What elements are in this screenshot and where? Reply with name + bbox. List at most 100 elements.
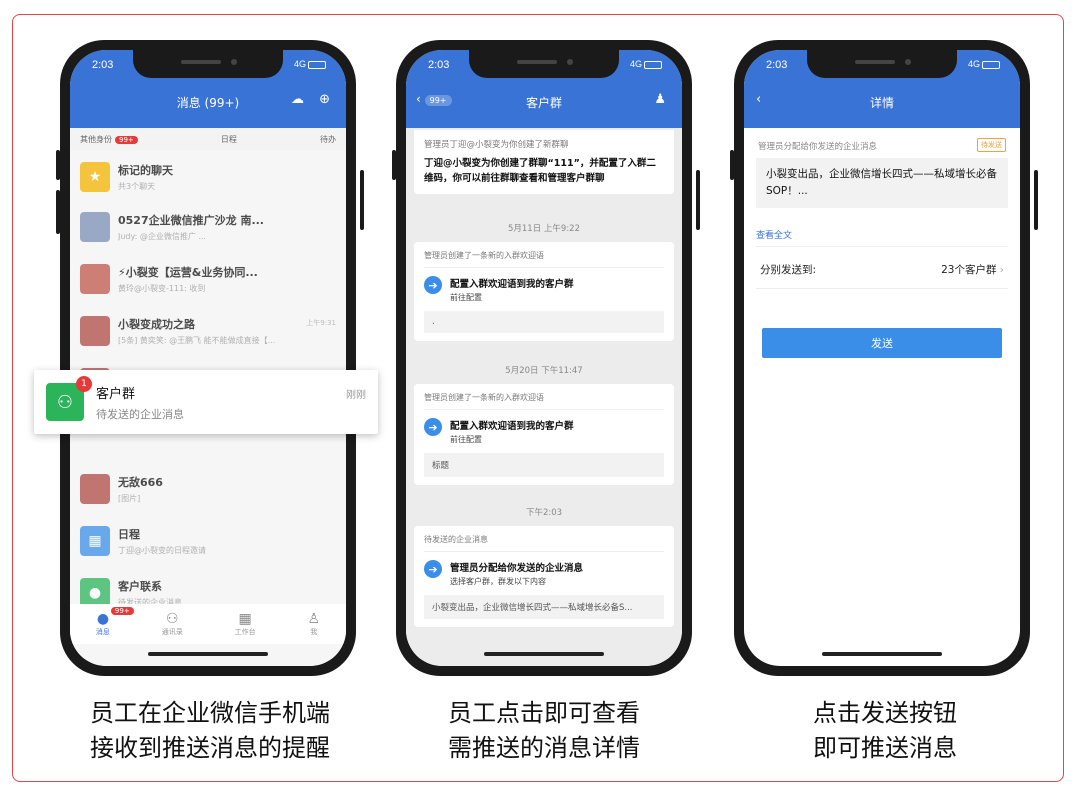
signal-indicator: 4G	[294, 59, 326, 69]
back-button[interactable]: ‹ 99+	[416, 92, 452, 106]
status-time: 2:03	[92, 59, 114, 71]
tab-label: 通讯录	[161, 628, 183, 636]
tab-me[interactable]: ♙ 我	[308, 611, 321, 637]
status-time: 2:03	[428, 59, 450, 71]
side-button	[360, 170, 364, 230]
card-header: 管理员创建了一条新的入群欢迎语	[424, 392, 664, 410]
group-avatar: ⚇ 1	[46, 376, 92, 421]
sub-bar: 其他身份 99+ 日程 待办	[70, 128, 346, 150]
chat-name: 客户联系	[118, 580, 162, 593]
person-icon[interactable]: ♟	[654, 92, 666, 107]
card-preview: .	[424, 311, 664, 333]
tab-label: 我	[310, 628, 318, 636]
phone-1: 2:03 4G 消息 (99+) ☁ ⊕ 其他身份 99+ 日程 待办 ★ 标记的聊…	[60, 40, 356, 676]
status-time: 2:03	[766, 59, 788, 71]
side-button	[730, 150, 734, 180]
back-button[interactable]: ‹	[756, 92, 761, 107]
home-indicator	[822, 652, 942, 656]
tab-label: 消息	[95, 628, 110, 636]
card-header: 管理员创建了一条新的入群欢迎语	[424, 250, 664, 268]
person-icon: ♙	[307, 611, 321, 627]
group-created-card[interactable]: 管理员丁迎@小裂变为你创建了新群聊 丁迎@小裂变为你创建了群聊“111”，并配置…	[414, 130, 674, 195]
chat-name: ⚡小裂变【运营&业务协同...	[118, 266, 258, 279]
tab-messages[interactable]: ● 消息 99+	[95, 607, 134, 637]
network-label: 4G	[629, 59, 642, 69]
chat-preview: 丁迎@小裂变的日程邀请	[118, 546, 206, 555]
chat-time: 上午9:31	[306, 319, 336, 327]
chat-avatar: ★	[80, 162, 110, 192]
popup-title: 客户群	[96, 386, 136, 402]
chat-list-item[interactable]: 小裂变成功之路 [5条] 黄奕笑: @王鹏飞 能不能做成直接【... 上午9:31	[70, 308, 346, 354]
contacts-icon: ⚇	[166, 611, 179, 627]
divider	[756, 246, 1008, 247]
phone-2: 2:03 4G ‹ 99+ 客户群 ♟ 管理员丁迎@小裂变为你创建了新群聊 丁迎…	[396, 40, 692, 676]
view-all-link[interactable]: 查看全文	[756, 228, 792, 241]
chat-avatar	[80, 212, 110, 242]
notch	[807, 50, 957, 78]
send-to-selector[interactable]: 23个客户群 ›	[941, 262, 1004, 277]
chat-name: 小裂变成功之路	[118, 318, 195, 331]
tab-workbench[interactable]: ▦ 工作台	[235, 611, 256, 637]
card-subtitle: 选择客户群，群发以下内容	[450, 577, 546, 586]
chat-name: 无敌666	[118, 476, 163, 489]
caption-line: 员工点击即可查看	[448, 699, 640, 727]
welcome-card-2[interactable]: 管理员创建了一条新的入群欢迎语 ➔ 配置入群欢迎语到我的客户群 前往配置 标题	[414, 384, 674, 485]
send-to-value: 23个客户群	[941, 264, 997, 276]
chat-list-item[interactable]: ⚡小裂变【运营&业务协同... 黄玲@小裂变-111: 收到	[70, 256, 346, 302]
divider	[756, 288, 1008, 289]
page-title: 消息 (99+)	[176, 96, 240, 110]
todo-tab[interactable]: 待办	[320, 134, 336, 145]
notification-popup[interactable]: ⚇ 1 客户群 待发送的企业消息 刚刚	[34, 370, 378, 434]
chat-list-item[interactable]: ▦ 日程 丁迎@小裂变的日程邀请	[70, 518, 346, 564]
timestamp: 5月20日 下午11:47	[505, 366, 583, 376]
card-subtitle: 前往配置	[450, 293, 482, 302]
tab-contacts[interactable]: ⚇ 通讯录	[162, 611, 183, 637]
home-indicator	[484, 652, 604, 656]
arrow-icon: ➔	[424, 560, 442, 578]
timestamp: 5月11日 上午9:22	[507, 224, 580, 234]
schedule-tab[interactable]: 日程	[221, 134, 237, 145]
side-button	[56, 190, 60, 234]
chat-preview: Judy: @企业微信推广 ...	[118, 232, 207, 241]
battery-icon	[982, 60, 1000, 69]
message-label: 管理员分配给你发送的企业消息	[758, 142, 878, 152]
card-title: 配置入群欢迎语到我的客户群	[450, 421, 574, 432]
card-header: 待发送的企业消息	[424, 534, 664, 552]
popup-time: 刚刚	[346, 390, 366, 401]
arrow-icon: ➔	[424, 418, 442, 436]
status-badge: 待发送	[977, 138, 1006, 152]
chat-name: 0527企业微信推广沙龙 南...	[118, 214, 264, 227]
chat-list-item[interactable]: ★ 标记的聊天 共3个聊天	[70, 154, 346, 200]
popup-subtitle: 待发送的企业消息	[96, 407, 184, 421]
add-icon[interactable]: ⊕	[319, 92, 330, 107]
arrow-icon: ➔	[424, 276, 442, 294]
signal-indicator: 4G	[630, 59, 662, 69]
chat-list-item[interactable]: 0527企业微信推广沙龙 南... Judy: @企业微信推广 ...	[70, 204, 346, 250]
other-identity-tab[interactable]: 其他身份 99+	[80, 134, 138, 145]
welcome-card-1[interactable]: 管理员创建了一条新的入群欢迎语 ➔ 配置入群欢迎语到我的客户群 前往配置 .	[414, 242, 674, 341]
card-title: 管理员分配给你发送的企业消息	[450, 563, 584, 574]
phone-3: 2:03 4G ‹ 详情 管理员分配给你发送的企业消息 待发送 小裂变出品，企业…	[734, 40, 1030, 676]
notch	[133, 50, 283, 78]
card-preview: 标题	[424, 453, 664, 477]
unread-badge: 1	[76, 376, 92, 392]
caption-line: 即可推送消息	[813, 733, 957, 762]
side-button	[696, 170, 700, 230]
chat-avatar	[80, 264, 110, 294]
chat-list-item[interactable]: 无敌666 [图片]	[70, 466, 346, 512]
back-badge: 99+	[424, 95, 452, 106]
caption-line: 点击发送按钮	[813, 699, 957, 727]
caption-2: 员工点击即可查看 需推送的消息详情	[384, 696, 704, 766]
signal-indicator: 4G	[968, 59, 1000, 69]
send-button[interactable]: 发送	[762, 328, 1002, 358]
card-title: 配置入群欢迎语到我的客户群	[450, 279, 574, 290]
side-button	[1034, 170, 1038, 230]
pending-message-card[interactable]: 待发送的企业消息 ➔ 管理员分配给你发送的企业消息 选择客户群，群发以下内容 小裂变…	[414, 526, 674, 627]
other-identity-label: 其他身份	[80, 134, 112, 144]
notch	[469, 50, 619, 78]
chat-avatar	[80, 316, 110, 346]
cloud-icon[interactable]: ☁	[291, 92, 304, 107]
page-title: 详情	[869, 96, 894, 110]
phone-2-screen: 2:03 4G ‹ 99+ 客户群 ♟ 管理员丁迎@小裂变为你创建了新群聊 丁迎…	[406, 50, 682, 666]
identity-badge: 99+	[115, 135, 138, 144]
